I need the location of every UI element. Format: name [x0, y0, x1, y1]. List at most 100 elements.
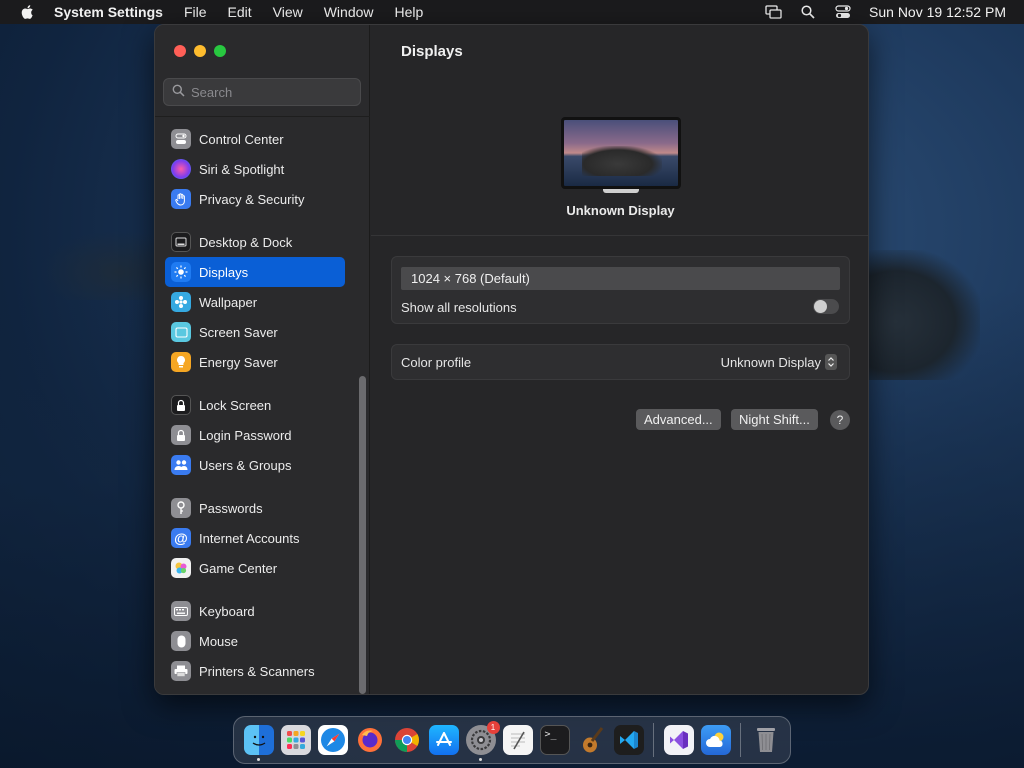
sidebar-item-users-groups[interactable]: Users & Groups — [165, 450, 345, 480]
display-stand — [603, 189, 639, 193]
dock-separator — [740, 723, 741, 757]
dock: 1 >_ — [233, 716, 791, 764]
sidebar-item-game-center[interactable]: Game Center — [165, 553, 345, 583]
sidebar-item-energy-saver[interactable]: Energy Saver — [165, 347, 345, 377]
sidebar-item-label: Users & Groups — [199, 457, 292, 473]
flower-icon — [171, 292, 191, 312]
sidebar-item-label: Control Center — [199, 131, 284, 147]
sidebar-item-lock-screen[interactable]: Lock Screen — [165, 390, 345, 420]
mouse-icon — [171, 631, 191, 651]
terminal-icon[interactable]: >_ — [539, 725, 570, 755]
sidebar-item-keyboard[interactable]: Keyboard — [165, 596, 345, 626]
sidebar-item-mouse[interactable]: Mouse — [165, 626, 345, 656]
sidebar-search[interactable] — [163, 78, 361, 106]
control-center-icon — [171, 129, 191, 149]
chrome-icon[interactable] — [392, 725, 422, 755]
sidebar-item-control-center[interactable]: Control Center — [165, 124, 345, 154]
system-settings-icon[interactable]: 1 — [465, 721, 500, 761]
close-window-button[interactable] — [174, 45, 186, 57]
vscode-icon[interactable] — [613, 725, 644, 755]
launchpad-icon[interactable] — [280, 725, 311, 755]
sidebar-item-displays[interactable]: Displays — [165, 257, 345, 287]
sidebar-item-siri-spotlight[interactable]: Siri & Spotlight — [165, 154, 345, 184]
textedit-icon[interactable] — [502, 725, 533, 755]
garageband-icon[interactable] — [577, 725, 607, 755]
safari-icon[interactable] — [317, 725, 348, 755]
sidebar-item-wallpaper[interactable]: Wallpaper — [165, 287, 345, 317]
sidebar-item-internet-accounts[interactable]: @ Internet Accounts — [165, 523, 345, 553]
firefox-icon[interactable] — [355, 725, 385, 755]
running-indicator — [478, 758, 482, 761]
menu-window[interactable]: Window — [324, 4, 374, 20]
lock-icon — [171, 395, 191, 415]
resolution-option[interactable]: 1024 × 768 (Default) — [401, 267, 840, 290]
screen-mirroring-icon[interactable] — [764, 4, 782, 20]
sidebar-item-label: Screen Saver — [199, 324, 278, 340]
sidebar-item-label: Game Center — [199, 560, 278, 576]
key-icon — [171, 498, 191, 518]
content-divider — [371, 235, 868, 236]
sidebar-item-label: Lock Screen — [199, 397, 272, 413]
keyboard-icon — [171, 601, 191, 621]
sun-icon — [171, 262, 191, 282]
show-all-resolutions-toggle[interactable] — [813, 299, 839, 314]
minimize-window-button[interactable] — [194, 45, 206, 57]
menu-view[interactable]: View — [273, 4, 303, 20]
search-input[interactable] — [191, 84, 351, 100]
color-profile-popup[interactable]: Unknown Display — [721, 354, 837, 370]
spotlight-search-icon[interactable] — [799, 4, 817, 20]
menu-clock[interactable]: Sun Nov 19 12:52 PM — [869, 4, 1006, 20]
game-center-icon — [171, 558, 191, 578]
advanced-button[interactable]: Advanced... — [636, 409, 721, 430]
sidebar-item-screen-saver[interactable]: Screen Saver — [165, 317, 345, 347]
menu-file[interactable]: File — [184, 4, 207, 20]
night-shift-button[interactable]: Night Shift... — [731, 409, 818, 430]
toggle-knob — [814, 300, 827, 313]
displays-pane: Displays Unknown Display 1024 × 768 (Def… — [371, 25, 868, 694]
color-profile-group: Color profile Unknown Display — [391, 344, 850, 380]
sidebar-divider — [155, 116, 370, 117]
display-name: Unknown Display — [566, 203, 675, 218]
sidebar-item-label: Displays — [199, 264, 249, 280]
sidebar-item-desktop-dock[interactable]: Desktop & Dock — [165, 227, 345, 257]
sidebar-item-label: Energy Saver — [199, 354, 278, 370]
menu-help[interactable]: Help — [395, 4, 424, 20]
weather-icon[interactable] — [700, 725, 731, 755]
sidebar-item-label: Internet Accounts — [199, 530, 300, 546]
search-icon — [172, 84, 185, 100]
sidebar-item-passwords[interactable]: Passwords — [165, 493, 345, 523]
show-all-resolutions-label: Show all resolutions — [401, 300, 517, 315]
display-thumbnail[interactable] — [561, 117, 681, 189]
trash-icon[interactable] — [751, 725, 781, 755]
zoom-window-button[interactable] — [214, 45, 226, 57]
sidebar-item-login-password[interactable]: Login Password — [165, 420, 345, 450]
menu-app-name[interactable]: System Settings — [54, 4, 163, 20]
at-sign-icon: @ — [171, 528, 191, 548]
lightbulb-icon — [171, 352, 191, 372]
siri-icon — [171, 159, 191, 179]
sidebar-item-label: Desktop & Dock — [199, 234, 293, 250]
finder-icon[interactable] — [243, 725, 274, 761]
menu-edit[interactable]: Edit — [228, 4, 252, 20]
sidebar-item-privacy-security[interactable]: Privacy & Security — [165, 184, 345, 214]
dock-icon — [171, 232, 191, 252]
notification-badge: 1 — [486, 721, 500, 734]
visual-studio-icon[interactable] — [663, 725, 694, 755]
sidebar-item-printers-scanners[interactable]: Printers & Scanners — [165, 656, 345, 686]
apple-menu-icon[interactable] — [18, 3, 36, 21]
sidebar-item-label: Keyboard — [199, 603, 255, 619]
screen-saver-icon — [171, 322, 191, 342]
resolution-group: 1024 × 768 (Default) Show all resolution… — [391, 256, 850, 324]
color-profile-value: Unknown Display — [720, 354, 821, 370]
app-store-icon[interactable] — [428, 725, 459, 755]
sidebar-scrollbar[interactable] — [359, 376, 366, 694]
control-center-icon[interactable] — [834, 4, 852, 20]
dock-separator — [653, 723, 654, 757]
sidebar-item-label: Mouse — [199, 633, 239, 649]
sidebar: Control Center Siri & Spotlight Privacy … — [155, 25, 370, 694]
printer-icon — [171, 661, 191, 681]
help-button[interactable]: ? — [830, 410, 850, 430]
sidebar-item-label: Privacy & Security — [199, 191, 305, 207]
sidebar-item-label: Passwords — [199, 500, 263, 516]
chevron-updown-icon — [825, 354, 837, 370]
